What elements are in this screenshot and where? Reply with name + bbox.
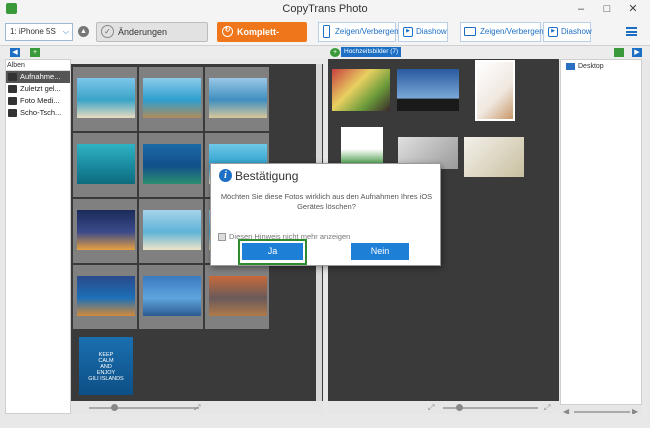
trash-icon	[8, 85, 17, 93]
album-item-label: Foto Medi...	[20, 96, 60, 105]
save-changes-button[interactable]: ✓ Änderungen speichern	[96, 22, 208, 55]
info-icon: i	[219, 169, 232, 182]
poster-line5: GILI ISLANDS	[88, 376, 124, 382]
destination-panel: Desktop	[560, 59, 642, 405]
album-item-label: Zuletzt gel...	[20, 84, 61, 93]
phone-icon	[323, 25, 330, 38]
shrink-icon[interactable]: ⤢	[428, 403, 434, 413]
album-item-photo-media[interactable]: Foto Medi...	[6, 95, 70, 107]
collapse-right-panel-icon[interactable]: ▶	[632, 48, 642, 57]
dialog-title: Bestätigung	[235, 169, 299, 183]
photo-cell[interactable]	[139, 199, 203, 263]
photo-cell[interactable]	[205, 67, 269, 131]
album-item-recently-deleted[interactable]: Zuletzt gel...	[6, 83, 70, 95]
monitor-icon	[464, 27, 476, 36]
show-hide-button-pc[interactable]: Zeigen/Verbergen	[460, 22, 544, 42]
hamburger-menu-icon[interactable]	[626, 27, 637, 36]
expand-icon[interactable]: ⤢	[544, 403, 550, 413]
album-item-label: Scho-Tsch...	[20, 108, 62, 117]
album-tag[interactable]: Hochzeitsbilder (7)	[341, 47, 402, 57]
maximize-button[interactable]: □	[594, 0, 620, 18]
close-button[interactable]: ✕	[620, 0, 646, 18]
yes-button[interactable]: Ja	[242, 243, 303, 260]
play-icon: ▶	[403, 27, 413, 37]
device-grid-footer: ⤢	[71, 401, 323, 415]
pc-panel-header: Hochzeitsbilder (7)	[326, 46, 560, 59]
resort-night-photo	[77, 210, 135, 250]
desktop-folder-icon	[566, 63, 575, 70]
no-button[interactable]: Nein	[351, 243, 409, 260]
sunset-photo	[77, 276, 135, 316]
show-hide-button-device[interactable]: Zeigen/Verbergen	[318, 22, 399, 42]
pc-grid-footer: ⤢ ⤢	[328, 401, 559, 415]
album-item-scho-tsch[interactable]: Scho-Tsch...	[6, 107, 70, 119]
invitation-photo[interactable]	[464, 137, 524, 177]
album-item-label: Aufnahme...	[20, 72, 61, 81]
beach-photo	[77, 78, 135, 118]
album-icon	[8, 109, 17, 117]
rings-photo[interactable]	[475, 60, 515, 121]
slideshow-label-pc: Diashow	[561, 27, 592, 36]
camera-icon	[8, 97, 17, 105]
checkmark-icon: ✓	[101, 25, 114, 38]
sky-photo[interactable]	[397, 69, 459, 111]
slideshow-button-pc[interactable]: ▶ Diashow	[543, 22, 592, 42]
device-select[interactable]: 1: iPhone 5S ⌵	[5, 23, 73, 41]
photo-cell[interactable]	[73, 67, 137, 131]
folder-desktop-label: Desktop	[578, 63, 604, 70]
collapse-panel-icon[interactable]: ◀	[10, 48, 20, 57]
underwater-photo	[77, 144, 135, 184]
album-item-camera-roll[interactable]: Aufnahme...	[6, 71, 70, 83]
bouquet-photo[interactable]	[341, 127, 383, 167]
slideshow-button-device[interactable]: ▶ Diashow	[398, 22, 448, 42]
play-icon: ▶	[548, 27, 558, 37]
device-select-value: 1: iPhone 5S	[10, 27, 56, 36]
clock-icon: ↻	[222, 26, 233, 37]
photo-cell[interactable]	[139, 133, 203, 197]
photo-cell[interactable]	[73, 199, 137, 263]
app-icon	[6, 3, 17, 14]
folder-icon[interactable]	[614, 48, 624, 57]
horizontal-scrollbar[interactable]	[574, 411, 630, 413]
confirm-dialog: i Bestätigung Möchten Sie diese Fotos wi…	[210, 163, 441, 266]
status-bar	[0, 414, 650, 428]
photo-cell[interactable]: KEEP CALM AND ENJOY GILI ISLANDS	[73, 333, 139, 399]
panorama-photo	[143, 276, 201, 316]
full-backup-button[interactable]: ↻ Komplett-Backup	[217, 22, 307, 57]
beach-huts-photo	[209, 276, 267, 316]
photo-cell[interactable]	[205, 265, 269, 329]
camera-roll-icon	[8, 73, 17, 81]
zoom-slider[interactable]	[111, 404, 118, 411]
slideshow-label-device: Diashow	[416, 27, 447, 36]
flowers-photo[interactable]	[332, 69, 390, 111]
window-title: CopyTrans Photo	[282, 3, 368, 15]
beach-photo	[143, 210, 201, 250]
title-bar: CopyTrans Photo – □ ✕	[0, 0, 650, 18]
dont-show-again-checkbox[interactable]	[218, 233, 226, 241]
dialog-message: Möchten Sie diese Fotos wirklich aus den…	[220, 192, 433, 211]
photo-cell[interactable]	[73, 133, 137, 197]
albums-header: Alben	[6, 60, 70, 71]
keep-calm-photo: KEEP CALM AND ENJOY GILI ISLANDS	[79, 337, 133, 395]
expand-icon[interactable]: ⤢	[194, 403, 200, 413]
beach-photo	[209, 78, 267, 118]
photo-cell[interactable]	[73, 265, 137, 329]
photo-cell[interactable]	[139, 265, 203, 329]
show-hide-label-device: Zeigen/Verbergen	[335, 27, 399, 36]
show-hide-label-pc: Zeigen/Verbergen	[480, 27, 544, 36]
zoom-slider-track	[89, 407, 199, 409]
chevron-down-icon: ⌵	[62, 27, 69, 36]
photo-cell[interactable]	[139, 67, 203, 131]
turtle-photo	[143, 144, 201, 184]
folder-desktop[interactable]: Desktop	[566, 62, 604, 71]
overwater-bungalow-photo	[143, 78, 201, 118]
new-album-icon[interactable]: +	[30, 48, 40, 57]
albums-panel: Alben Aufnahme... Zuletzt gel... Foto Me…	[5, 59, 71, 414]
minimize-button[interactable]: –	[568, 0, 594, 18]
toolbar: 1: iPhone 5S ⌵ ▲ ✓ Änderungen speichern …	[0, 18, 650, 57]
eject-icon[interactable]: ▲	[78, 26, 89, 37]
zoom-slider[interactable]	[456, 404, 463, 411]
